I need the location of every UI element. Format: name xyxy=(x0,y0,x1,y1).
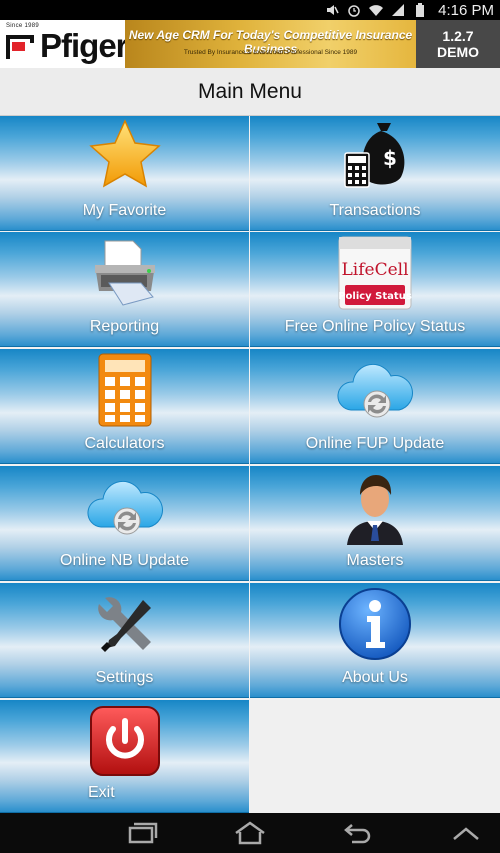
menu-free-online-policy-status[interactable]: LifeCell Policy Status Free Online Polic… xyxy=(250,232,500,347)
money-calculator-icon: $ xyxy=(344,123,405,188)
menu-label: Calculators xyxy=(84,435,165,452)
menu-label: My Favorite xyxy=(82,202,167,219)
menu-reporting[interactable]: Reporting xyxy=(0,232,249,347)
cloud-sync-icon xyxy=(337,363,413,418)
menu-label: Exit xyxy=(88,784,115,801)
app-header: Since 1989 Pfiger New Age CRM For Today'… xyxy=(0,20,500,68)
menu-label: Masters xyxy=(346,552,404,569)
status-bar: 4:16 PM xyxy=(0,0,500,20)
pfiger-logo: Since 1989 Pfiger xyxy=(0,20,129,68)
mute-icon xyxy=(324,3,340,17)
logo-mark-icon xyxy=(6,35,34,59)
printer-icon xyxy=(94,240,155,306)
menu-label: Settings xyxy=(95,669,154,686)
policy-status-badge: Policy Status xyxy=(338,291,412,302)
version-number: 1.2.7 xyxy=(442,28,474,44)
menu-masters[interactable]: Masters xyxy=(250,466,500,581)
menu-label: Free Online Policy Status xyxy=(284,318,466,335)
logo-since: Since 1989 xyxy=(6,23,40,29)
android-nav-bar xyxy=(0,813,500,853)
menu-settings[interactable]: Settings xyxy=(0,583,249,698)
menu-exit[interactable]: Exit xyxy=(0,700,249,813)
wifi-icon xyxy=(368,3,384,17)
info-icon xyxy=(339,588,411,660)
menu-online-fup-update[interactable]: Online FUP Update xyxy=(250,349,500,464)
edition-label: DEMO xyxy=(437,44,479,60)
calculator-icon xyxy=(98,353,151,427)
menu-label: Reporting xyxy=(89,318,160,335)
promo-banner: New Age CRM For Today's Competitive Insu… xyxy=(125,20,416,68)
version-badge: 1.2.7 DEMO xyxy=(416,20,500,68)
businessman-icon xyxy=(347,475,403,545)
logo-text: Pfiger xyxy=(40,27,129,64)
menu-online-nb-update[interactable]: Online NB Update xyxy=(0,466,249,581)
menu-my-favorite[interactable]: My Favorite xyxy=(0,116,249,231)
battery-icon xyxy=(412,3,428,17)
menu-transactions[interactable]: $ Transactions xyxy=(250,116,500,231)
back-icon[interactable] xyxy=(338,819,378,847)
tools-icon xyxy=(97,597,151,652)
menu-about-us[interactable]: About Us xyxy=(250,583,500,698)
empty-grid-cell xyxy=(250,700,500,813)
menu-label: Transactions xyxy=(329,202,421,219)
recent-apps-icon[interactable] xyxy=(122,819,162,847)
alarm-icon xyxy=(346,3,362,17)
menu-label: Online NB Update xyxy=(60,552,189,569)
main-menu-grid: My Favorite $ Transactions Reporting Lif… xyxy=(0,116,500,813)
page-title: Main Menu xyxy=(198,79,302,103)
star-icon xyxy=(88,119,161,188)
signal-icon xyxy=(390,3,406,17)
menu-label: About Us xyxy=(342,669,408,686)
cloud-sync-icon xyxy=(86,480,163,535)
lifecell-policy-status-icon: LifeCell Policy Status xyxy=(338,236,412,310)
banner-subline: Trusted By Insurance & Investment Profes… xyxy=(183,49,358,56)
menu-label: Online FUP Update xyxy=(305,435,445,452)
lifecell-wordmark: LifeCell xyxy=(341,260,408,280)
menu-up-icon[interactable] xyxy=(446,819,486,847)
page-title-bar: Main Menu xyxy=(0,68,500,116)
power-icon xyxy=(89,706,160,776)
home-icon[interactable] xyxy=(230,819,270,847)
clock: 4:16 PM xyxy=(438,1,494,19)
svg-text:$: $ xyxy=(383,146,397,170)
menu-calculators[interactable]: Calculators xyxy=(0,349,249,464)
